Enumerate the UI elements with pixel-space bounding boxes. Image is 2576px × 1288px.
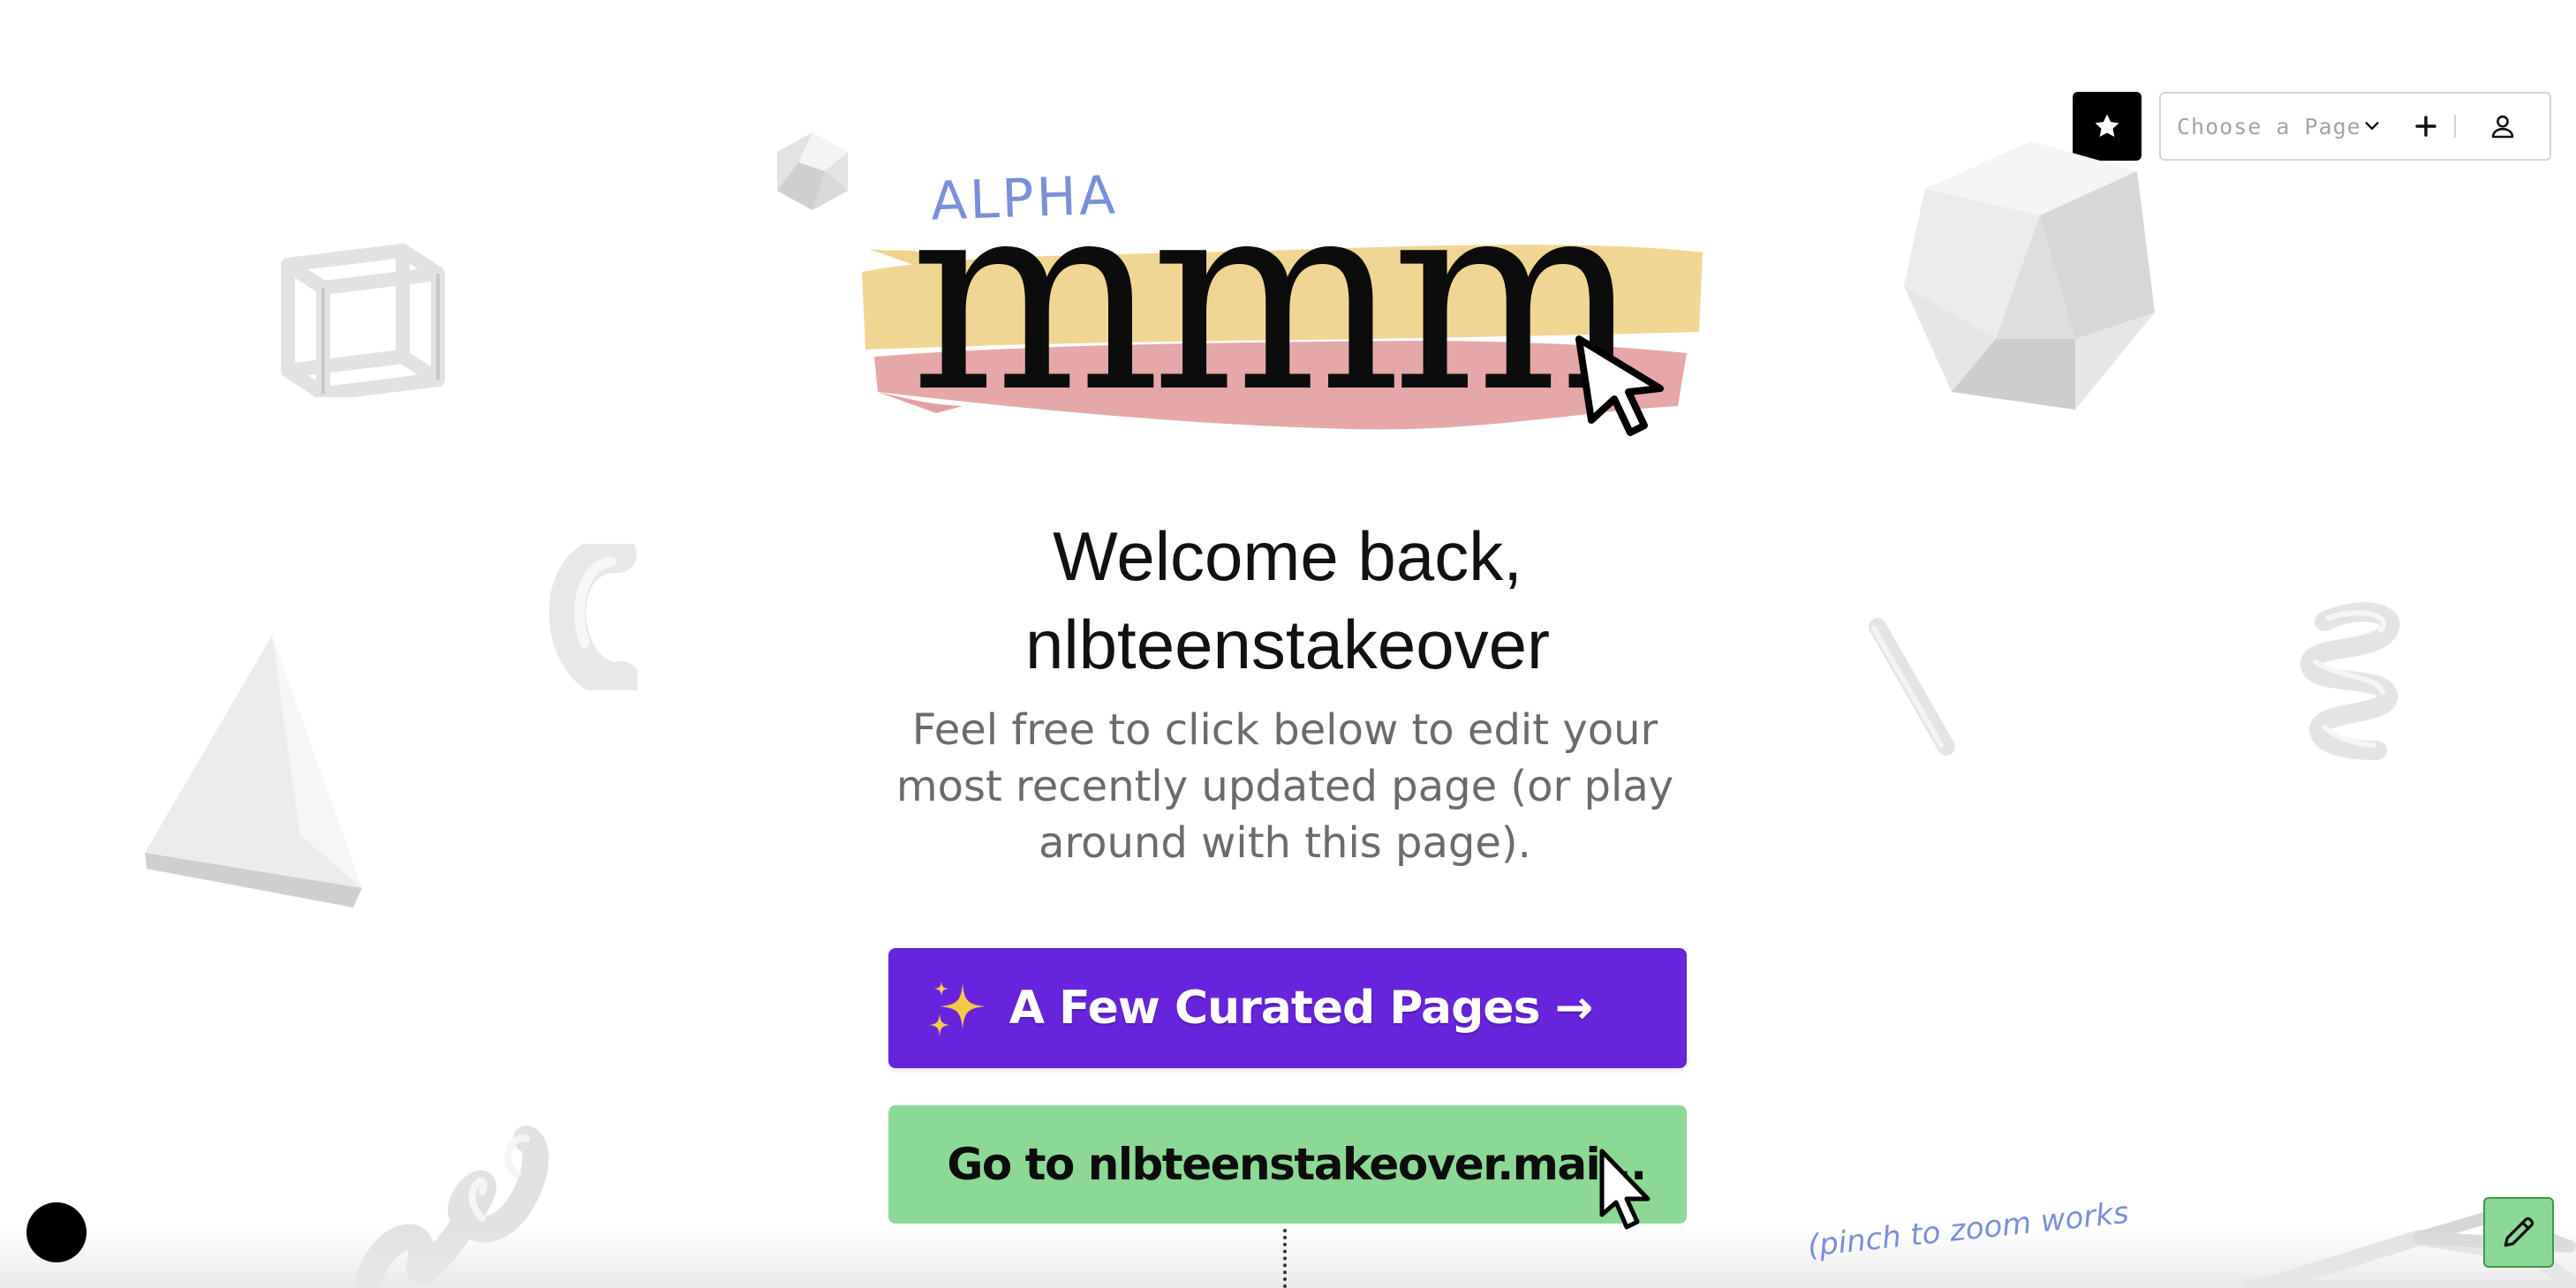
wireframe-cube-shape [281, 244, 445, 397]
pencil-icon [2504, 1216, 2534, 1247]
sparkles-icon [929, 982, 986, 1036]
page-picker: Choose a Page [2159, 92, 2551, 161]
pyramid-shape [145, 636, 362, 908]
plus-icon [2415, 116, 2436, 137]
curated-pages-label: A Few Curated Pages → [1008, 982, 1593, 1035]
dotted-connector-line [1283, 1229, 1287, 1288]
user-account-button[interactable] [2456, 94, 2550, 159]
thin-rod-shape [1869, 618, 1955, 756]
page-select-placeholder: Choose a Page [2177, 113, 2361, 139]
small-icosahedron-shape [777, 132, 848, 210]
logo-cursor-icon [1575, 335, 1664, 436]
welcome-subtitle: Feel free to click below to edit your mo… [895, 705, 1674, 868]
page-select-dropdown[interactable]: Choose a Page [2161, 94, 2398, 159]
logo-wordmark: mmm [910, 142, 1642, 450]
curated-pages-button[interactable]: A Few Curated Pages → [888, 948, 1687, 1068]
spring-shape [2300, 602, 2400, 760]
mouse-cursor-icon [1599, 1149, 1651, 1230]
edit-button[interactable] [2483, 1197, 2554, 1268]
macaroni-shape [549, 544, 638, 690]
add-page-button[interactable] [2398, 94, 2454, 159]
username: nlbteenstakeover [1024, 606, 1551, 683]
welcome-heading: Welcome back, nlbteenstakeover [802, 512, 1773, 689]
go-to-page-label: Go to nlbteenstakeover.mai... [947, 1139, 1647, 1190]
chevron-down-icon [2365, 122, 2379, 130]
user-icon [2491, 115, 2514, 139]
large-polyhedron-shape [1904, 141, 2155, 410]
go-to-page-button[interactable]: Go to nlbteenstakeover.mai... [888, 1105, 1687, 1224]
welcome-line: Welcome back, [1053, 517, 1522, 595]
color-dot-button[interactable] [26, 1202, 87, 1262]
bottom-canvas-edge [0, 1227, 2576, 1288]
